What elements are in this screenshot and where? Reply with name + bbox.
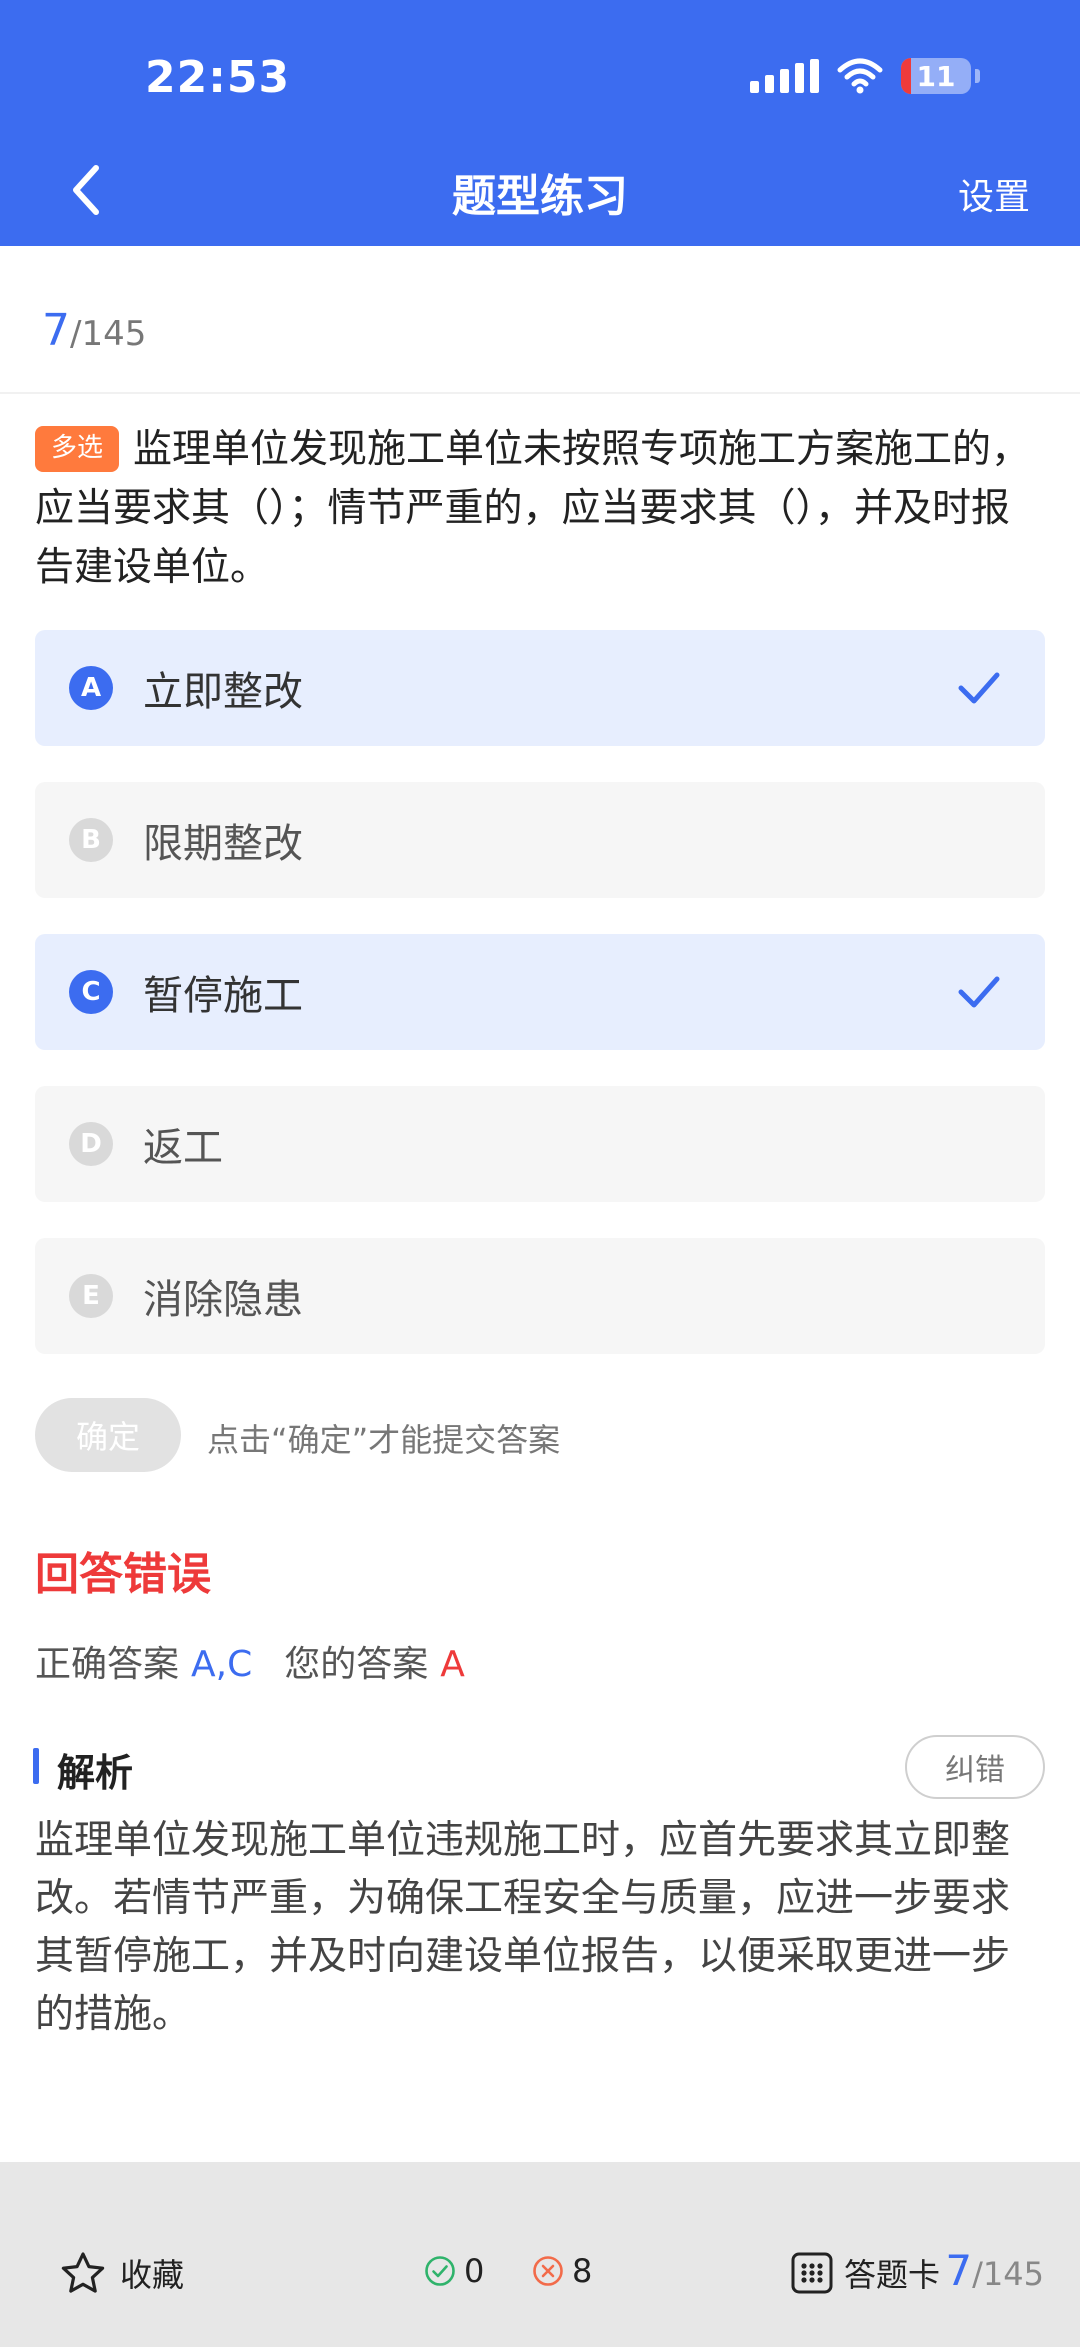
answer-card-button[interactable]: 答题卡 <box>790 2250 940 2296</box>
correct-answer-value: A,C <box>191 1644 253 1685</box>
answer-summary: 正确答案 A,C 您的答案 A <box>35 1635 465 1687</box>
analysis-title: 解析 <box>57 1751 134 1795</box>
check-icon <box>958 672 1000 704</box>
report-error-button[interactable]: 纠错 <box>905 1735 1045 1799</box>
wrong-count-value: 8 <box>572 2252 593 2290</box>
right-count: 0 <box>424 2252 484 2290</box>
option-d[interactable]: D 返工 <box>35 1086 1045 1202</box>
question-stem: 多选 监理单位发现施工单位未按照专项施工方案施工的，应当要求其（）；情节严重的，应… <box>35 420 1045 597</box>
star-outline-icon <box>61 2252 105 2293</box>
check-circle-icon <box>425 2256 455 2286</box>
battery-icon: 11 <box>901 58 971 94</box>
analysis-accent-bar <box>33 1748 39 1784</box>
option-letter: C <box>69 970 113 1014</box>
progress-current: 7 <box>42 305 70 356</box>
question-progress: 7/145 <box>42 305 146 356</box>
question-type-tag: 多选 <box>35 426 120 472</box>
x-circle-icon <box>533 2256 563 2286</box>
option-b[interactable]: B 限期整改 <box>35 782 1045 898</box>
divider <box>0 392 1080 394</box>
bottom-progress-total: /145 <box>972 2255 1044 2293</box>
option-text: 立即整改 <box>143 669 303 715</box>
my-answer-label: 您的答案 <box>284 1644 429 1685</box>
status-icons: 11 <box>750 58 980 94</box>
correct-answer-label: 正确答案 <box>35 1644 180 1685</box>
grid-icon <box>791 2252 833 2294</box>
bottom-toolbar: 收藏 0 8 答题卡 7/145 <box>0 2162 1080 2347</box>
option-text: 暂停施工 <box>143 973 303 1019</box>
battery-level: 11 <box>916 59 956 93</box>
my-answer-value: A <box>440 1644 465 1685</box>
favorite-button[interactable]: 收藏 <box>60 2250 184 2296</box>
progress-total: /145 <box>70 314 147 354</box>
wifi-icon <box>837 58 883 94</box>
result-title: 回答错误 <box>35 1549 211 1600</box>
app-header: 22:53 11 题型练习 设置 <box>0 0 1080 246</box>
wrong-count: 8 <box>532 2252 592 2290</box>
option-text: 返工 <box>143 1125 223 1171</box>
bottom-progress: 7/145 <box>945 2246 1044 2295</box>
option-text: 消除隐患 <box>143 1277 303 1323</box>
answer-card-label: 答题卡 <box>844 2256 941 2294</box>
check-icon <box>958 976 1000 1008</box>
confirm-button[interactable]: 确定 <box>35 1398 181 1472</box>
cellular-signal-icon <box>750 59 819 93</box>
bottom-progress-current: 7 <box>945 2246 973 2295</box>
confirm-hint: 点击“确定”才能提交答案 <box>207 1421 561 1459</box>
page-title: 题型练习 <box>452 171 628 222</box>
favorite-label: 收藏 <box>120 2256 185 2294</box>
option-letter: B <box>69 818 113 862</box>
option-e[interactable]: E 消除隐患 <box>35 1238 1045 1354</box>
settings-button[interactable]: 设置 <box>958 168 1030 220</box>
status-time: 22:53 <box>145 52 291 103</box>
option-letter: E <box>69 1274 113 1318</box>
battery-tip <box>975 69 980 83</box>
question-text: 监理单位发现施工单位未按照专项施工方案施工的，应当要求其（）；情节严重的，应当要… <box>35 427 1031 590</box>
option-text: 限期整改 <box>143 821 303 867</box>
analysis-text: 监理单位发现施工单位违规施工时，应首先要求其立即整改。若情节严重，为确保工程安全… <box>35 1818 1011 2037</box>
option-letter: A <box>69 666 113 710</box>
option-letter: D <box>69 1122 113 1166</box>
right-count-value: 0 <box>464 2252 485 2290</box>
option-a[interactable]: A 立即整改 <box>35 630 1045 746</box>
option-c[interactable]: C 暂停施工 <box>35 934 1045 1050</box>
